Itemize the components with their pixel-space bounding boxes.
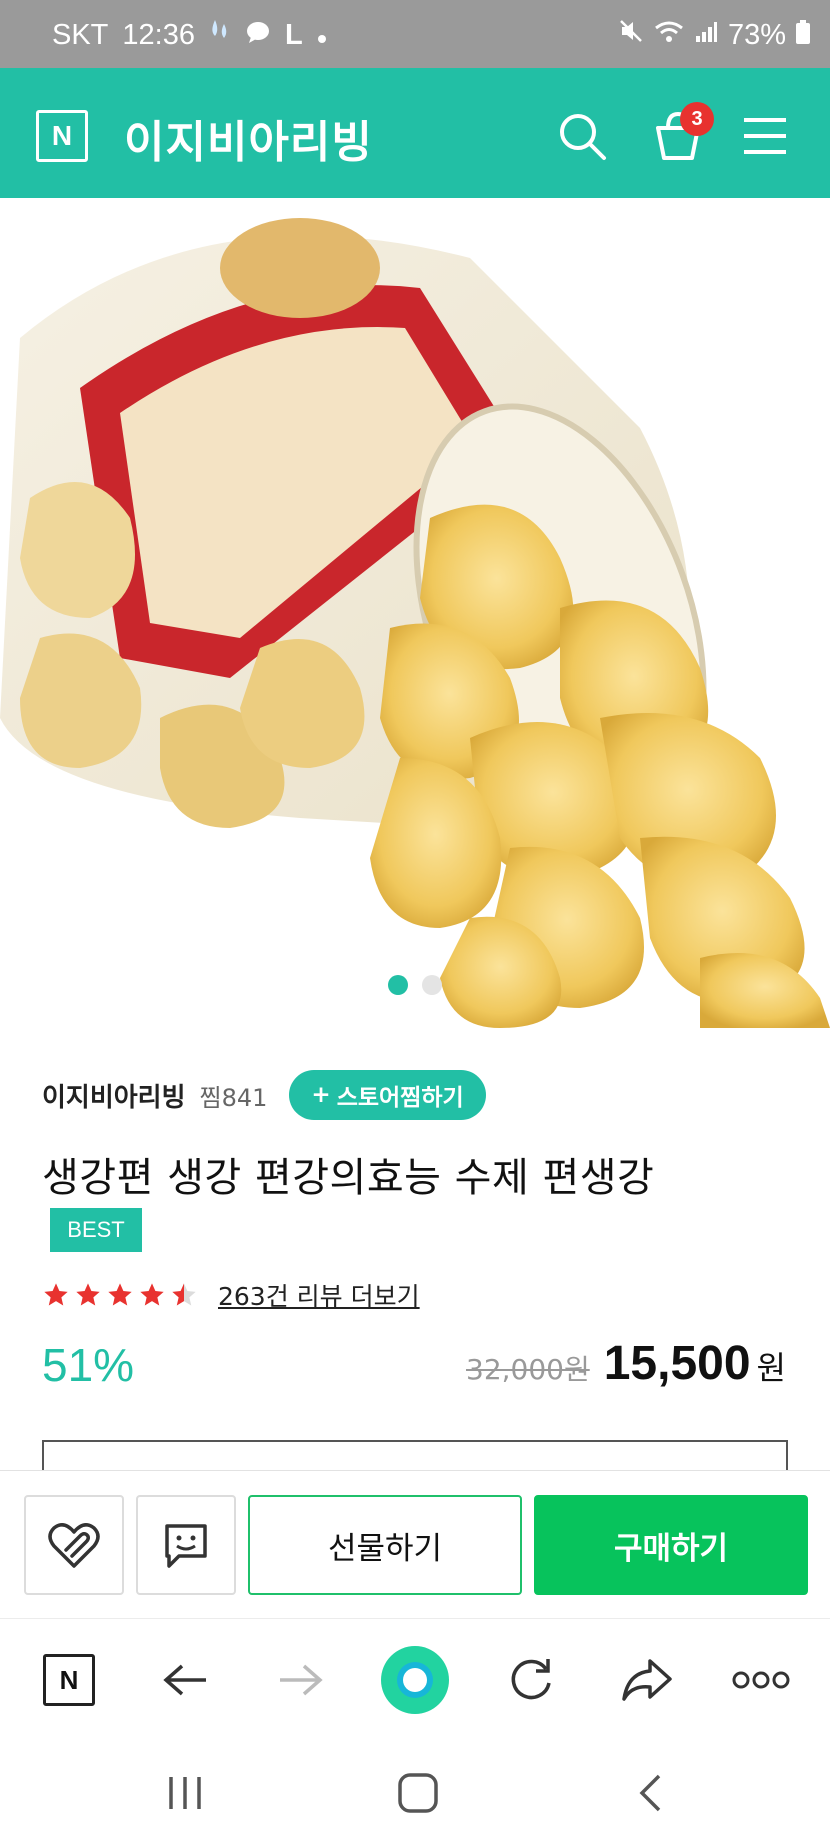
- store-name-link[interactable]: 이지비아리빙: [42, 1077, 186, 1114]
- share-icon[interactable]: [612, 1645, 682, 1715]
- carousel-indicator: [388, 975, 442, 995]
- star-icon: [108, 1283, 132, 1306]
- cart-count-badge: 3: [680, 102, 714, 136]
- carousel-dot[interactable]: [422, 975, 442, 995]
- battery-icon: [796, 19, 810, 52]
- discount-rate: 51%: [42, 1339, 135, 1391]
- zzim-count: 찜841: [199, 1083, 268, 1112]
- chat-icon: [165, 1524, 207, 1568]
- app-letter-icon: L: [284, 18, 303, 51]
- store-title[interactable]: 이지비아리빙: [124, 106, 373, 170]
- more-notifications-dot-icon: [317, 19, 327, 52]
- price-row: 32,000원 15,500 원: [466, 1336, 786, 1391]
- home-icon[interactable]: [388, 1768, 448, 1818]
- product-title: 생강편 생강 편강의효능 수제 편생강: [42, 1155, 655, 1201]
- battery-percent: 73%: [727, 18, 786, 51]
- original-price: 32,000원: [466, 1353, 590, 1386]
- system-nav-bar: [0, 1738, 830, 1844]
- notification-drop-icon: [209, 18, 231, 52]
- naver-logo-icon: N: [43, 1654, 95, 1706]
- product-photo: [0, 198, 830, 1028]
- chat-bubble-icon: [245, 19, 271, 52]
- mute-icon: [618, 18, 644, 52]
- carrier-label: SKT: [52, 18, 109, 51]
- store-row: 이지비아리빙 찜841 + 스토어찜하기: [42, 1070, 486, 1120]
- forward-arrow-icon[interactable]: [266, 1645, 336, 1715]
- back-arrow-icon[interactable]: [150, 1645, 220, 1715]
- refresh-icon[interactable]: [496, 1645, 566, 1715]
- sale-price: 15,500: [603, 1337, 751, 1390]
- star-icon: [140, 1283, 164, 1306]
- browser-toolbar: N: [0, 1618, 830, 1738]
- carousel-dot-active[interactable]: [388, 975, 408, 995]
- heart-clip-icon: [48, 1523, 100, 1568]
- best-badge: BEST: [50, 1208, 142, 1252]
- purchase-bar: 선물하기 구매하기: [0, 1470, 830, 1618]
- green-dot-home-icon[interactable]: [380, 1645, 450, 1715]
- more-options-icon[interactable]: [726, 1645, 796, 1715]
- naver-home-button[interactable]: N: [34, 1645, 104, 1715]
- currency-unit: 원: [756, 1349, 786, 1387]
- naver-logo-button[interactable]: N: [36, 110, 88, 162]
- signal-icon: [694, 19, 718, 52]
- status-bar: SKT 12:36 L 73%: [0, 0, 830, 68]
- review-more-link[interactable]: 263건 리뷰 더보기: [218, 1277, 420, 1313]
- wifi-icon: [654, 19, 684, 52]
- store-follow-button[interactable]: + 스토어찜하기: [289, 1070, 486, 1120]
- talktalk-button[interactable]: [136, 1495, 236, 1595]
- store-header: N 이지비아리빙 3: [0, 68, 830, 198]
- plus-icon: +: [311, 1082, 331, 1108]
- recent-apps-icon[interactable]: [155, 1768, 215, 1818]
- system-back-icon[interactable]: [620, 1768, 680, 1818]
- star-rating: [42, 1281, 198, 1309]
- gift-button[interactable]: 선물하기: [248, 1495, 522, 1595]
- half-star-icon: [172, 1283, 196, 1306]
- star-icon: [44, 1283, 68, 1306]
- product-image-carousel[interactable]: [0, 198, 830, 1028]
- clock: 12:36: [122, 18, 195, 51]
- wishlist-button[interactable]: [24, 1495, 124, 1595]
- star-icon: [76, 1283, 100, 1306]
- store-follow-label: 스토어찜하기: [336, 1085, 464, 1111]
- menu-icon[interactable]: [740, 116, 790, 156]
- rating-row: 263건 리뷰 더보기: [42, 1272, 420, 1318]
- buy-button[interactable]: 구매하기: [534, 1495, 808, 1595]
- search-icon[interactable]: [556, 110, 608, 162]
